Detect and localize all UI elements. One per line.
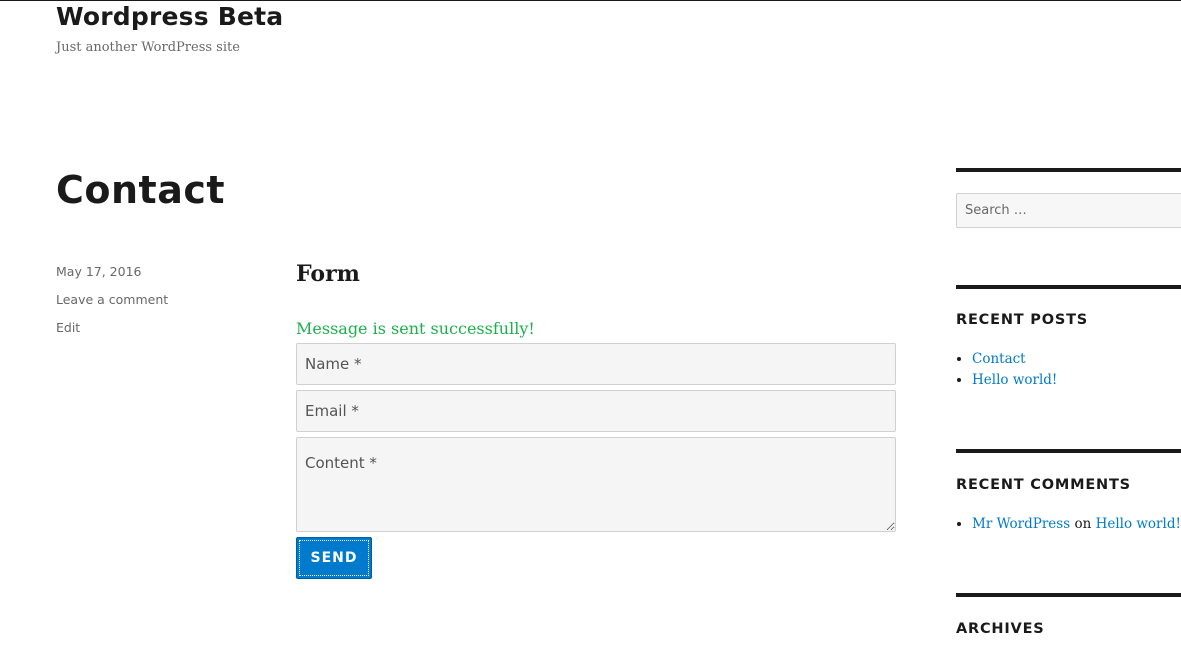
edit-link[interactable]: Edit xyxy=(56,319,168,347)
comment-connector: on xyxy=(1074,516,1092,532)
recent-comments-title: RECENT COMMENTS xyxy=(956,477,1131,493)
post-date-link[interactable]: May 17, 2016 xyxy=(56,263,168,291)
search-input[interactable] xyxy=(956,193,1181,228)
contact-form: SEND xyxy=(296,343,896,579)
success-message: Message is sent successfully! xyxy=(296,319,535,338)
email-input[interactable] xyxy=(296,390,896,432)
comment-author-link[interactable]: Mr WordPress xyxy=(972,516,1070,532)
recent-post-link[interactable]: Contact xyxy=(972,351,1026,367)
list-item: Hello world! xyxy=(972,371,1181,392)
recent-post-link[interactable]: Hello world! xyxy=(972,372,1057,388)
leave-comment-link[interactable]: Leave a comment xyxy=(56,291,168,319)
sidebar: RECENT POSTS Contact Hello world! RECENT… xyxy=(956,168,1181,650)
entry-meta: May 17, 2016 Leave a comment Edit xyxy=(56,263,168,347)
site-description: Just another WordPress site xyxy=(56,40,240,55)
entry-content: Form Message is sent successfully! SEND xyxy=(296,257,896,579)
page-title: Contact xyxy=(56,168,226,212)
archives-title: ARCHIVES xyxy=(956,621,1045,637)
content-textarea[interactable] xyxy=(296,437,896,532)
list-item: Mr WordPress on Hello world! xyxy=(972,515,1181,536)
site-title[interactable]: Wordpress Beta xyxy=(56,2,283,31)
form-title: Form xyxy=(296,261,360,287)
recent-posts-title: RECENT POSTS xyxy=(956,312,1089,328)
recent-posts-list: Contact Hello world! xyxy=(956,350,1181,392)
archives-widget: ARCHIVES xyxy=(956,593,1181,650)
page: Wordpress Beta Just another WordPress si… xyxy=(0,0,1181,650)
send-button[interactable]: SEND xyxy=(296,537,372,579)
recent-comments-widget: RECENT COMMENTS Mr WordPress on Hello wo… xyxy=(956,449,1181,593)
recent-posts-widget: RECENT POSTS Contact Hello world! xyxy=(956,285,1181,449)
list-item: Contact xyxy=(972,350,1181,371)
name-input[interactable] xyxy=(296,343,896,385)
recent-comments-list: Mr WordPress on Hello world! xyxy=(956,515,1181,536)
search-widget xyxy=(956,168,1181,285)
comment-post-link[interactable]: Hello world! xyxy=(1096,516,1181,532)
